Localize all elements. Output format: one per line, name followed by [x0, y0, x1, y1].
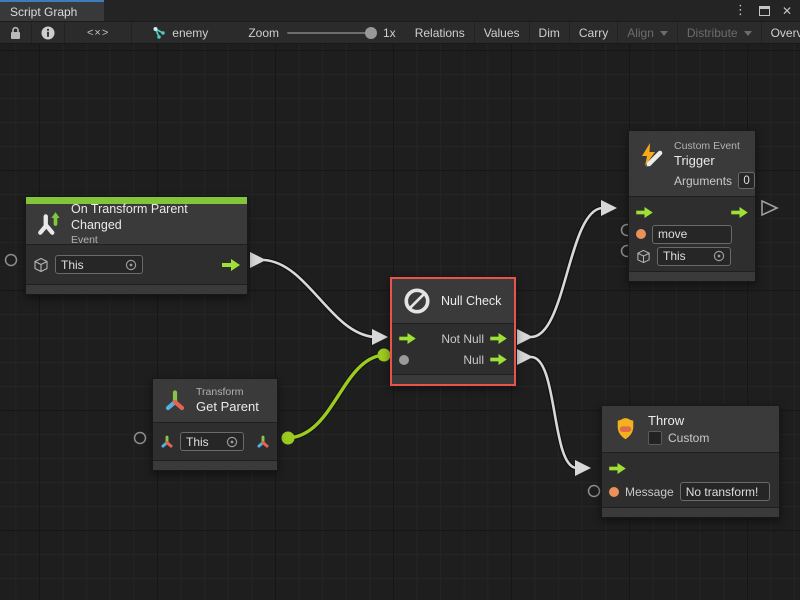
node-throw[interactable]: Throw Custom Message No transform! [601, 405, 780, 518]
arguments-label: Arguments [674, 174, 732, 188]
graph-name: enemy [172, 26, 208, 40]
node-null-check[interactable]: Null Check Not Null Null [390, 277, 516, 386]
node-trigger-custom-event[interactable]: Custom Event Trigger Arguments 0 [628, 130, 756, 282]
flow-out-arrow-icon[interactable] [490, 354, 507, 365]
close-icon[interactable]: ✕ [782, 5, 792, 17]
lock-button[interactable] [0, 22, 32, 43]
target-picker-icon[interactable] [713, 250, 725, 262]
node-title: On Transform Parent Changed [71, 201, 237, 234]
relations-button[interactable]: Relations [406, 22, 475, 43]
distribute-dropdown[interactable]: Distribute [678, 22, 762, 43]
flow-in-arrow-icon[interactable] [609, 463, 626, 474]
custom-label: Custom [668, 431, 709, 445]
transform-port-icon[interactable] [160, 435, 174, 449]
node-title: Get Parent [196, 399, 259, 416]
node-footer [153, 460, 277, 470]
port-label-null: Null [463, 353, 484, 367]
value-in-dot[interactable] [399, 355, 409, 365]
window-tab-bar: Script Graph ⋮ ✕ [0, 0, 800, 21]
values-button[interactable]: Values [475, 22, 530, 43]
graph-icon [152, 26, 166, 39]
node-category: Transform [196, 385, 259, 399]
dim-button[interactable]: Dim [530, 22, 570, 43]
graph-toolbar: <×> enemy Zoom 1x Relations Values Dim C… [0, 21, 800, 44]
node-on-transform-parent-changed[interactable]: On Transform Parent Changed Event This [25, 196, 248, 295]
maximize-icon[interactable] [759, 6, 770, 16]
info-button[interactable] [32, 22, 65, 43]
event-name-input[interactable]: move [652, 225, 732, 244]
zoom-control: Zoom 1x [239, 22, 405, 43]
zoom-label: Zoom [248, 26, 279, 40]
node-title: Trigger [674, 153, 755, 170]
node-get-parent[interactable]: Transform Get Parent This [152, 378, 278, 471]
this-target-dropdown[interactable]: This [180, 432, 244, 451]
target-picker-icon[interactable] [226, 436, 238, 448]
node-footer [602, 507, 779, 517]
flow-out-arrow-icon[interactable] [222, 259, 240, 271]
value-in-dot[interactable] [609, 487, 619, 497]
arguments-count-field[interactable]: 0 [738, 172, 755, 189]
script-graph-window: Script Graph ⋮ ✕ <×> enemy [0, 0, 800, 600]
chevron-down-icon [660, 31, 668, 36]
zoom-slider[interactable] [287, 32, 375, 34]
gameobject-cube-icon [33, 257, 49, 273]
node-category: Custom Event [674, 139, 755, 153]
node-title: Null Check [441, 293, 501, 309]
port-label-not-null: Not Null [441, 332, 484, 346]
flow-in-arrow-icon[interactable] [399, 333, 416, 344]
target-picker-icon[interactable] [125, 259, 137, 271]
align-dropdown[interactable]: Align [618, 22, 678, 43]
transform-icon [163, 389, 187, 413]
node-title: Throw [648, 413, 709, 430]
graph-reference[interactable]: enemy [132, 22, 217, 43]
node-footer [392, 374, 514, 384]
edit-code-button[interactable]: <×> [65, 22, 132, 43]
value-in-dot[interactable] [636, 229, 646, 239]
tab-script-graph[interactable]: Script Graph [0, 0, 104, 21]
flow-out-arrow-icon[interactable] [490, 333, 507, 344]
this-target-dropdown[interactable]: This [55, 255, 143, 274]
window-menu-icon[interactable]: ⋮ [734, 4, 747, 17]
chevron-down-icon [744, 31, 752, 36]
overview-button[interactable]: Overview [762, 22, 800, 43]
message-label: Message [625, 485, 674, 499]
window-controls: ⋮ ✕ [734, 0, 800, 21]
custom-checkbox[interactable] [648, 431, 662, 445]
gameobject-cube-icon [636, 249, 651, 264]
message-input[interactable]: No transform! [680, 482, 770, 501]
carry-button[interactable]: Carry [570, 22, 618, 43]
flow-out-arrow-icon[interactable] [731, 207, 748, 218]
null-check-icon [402, 286, 432, 316]
lock-icon [9, 26, 22, 40]
throw-error-icon [612, 416, 639, 443]
zoom-value: 1x [383, 26, 396, 40]
tab-title: Script Graph [10, 5, 77, 19]
this-target-dropdown[interactable]: This [657, 247, 731, 266]
code-icon: <×> [87, 27, 109, 39]
node-subtitle: Event [71, 233, 237, 247]
custom-event-icon [639, 142, 665, 168]
node-footer [629, 271, 755, 281]
node-footer [26, 284, 247, 294]
transform-out-port-icon[interactable] [256, 435, 270, 449]
zoom-slider-handle[interactable] [365, 27, 377, 39]
transform-event-icon [36, 211, 62, 237]
info-icon [41, 26, 55, 40]
flow-in-arrow-icon[interactable] [636, 207, 653, 218]
